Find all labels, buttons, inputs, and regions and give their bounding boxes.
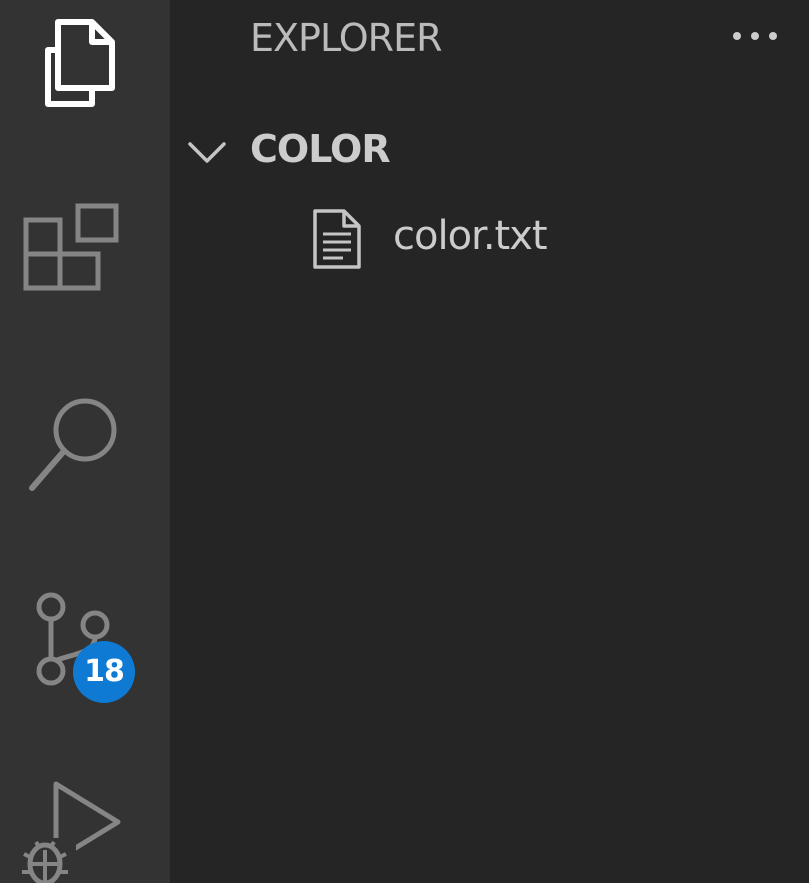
explorer-sidebar: EXPLORER COLOR color.txt	[170, 0, 809, 883]
activity-bar: 18	[0, 0, 170, 883]
folder-label: COLOR	[250, 127, 391, 171]
file-color-txt[interactable]: color.txt	[170, 200, 809, 280]
source-control-badge: 18	[73, 641, 135, 703]
files-icon	[45, 19, 115, 107]
folder-color[interactable]: COLOR	[170, 124, 809, 180]
chevron-down-icon[interactable]	[186, 130, 230, 174]
activity-extensions[interactable]	[0, 190, 170, 320]
ellipsis-icon	[733, 32, 777, 40]
activity-search[interactable]	[0, 380, 170, 510]
extensions-icon	[23, 203, 119, 291]
run-debug-icon	[22, 781, 121, 883]
text-file-icon	[313, 209, 361, 269]
file-label: color.txt	[393, 213, 548, 259]
activity-run-debug[interactable]	[0, 760, 170, 883]
vscode-window: 18 EXPLORER COLOR color.txt	[0, 0, 809, 883]
search-icon	[29, 398, 117, 491]
activity-explorer[interactable]	[0, 0, 170, 130]
more-actions-button[interactable]	[725, 14, 789, 58]
sidebar-title: EXPLORER	[250, 16, 442, 60]
